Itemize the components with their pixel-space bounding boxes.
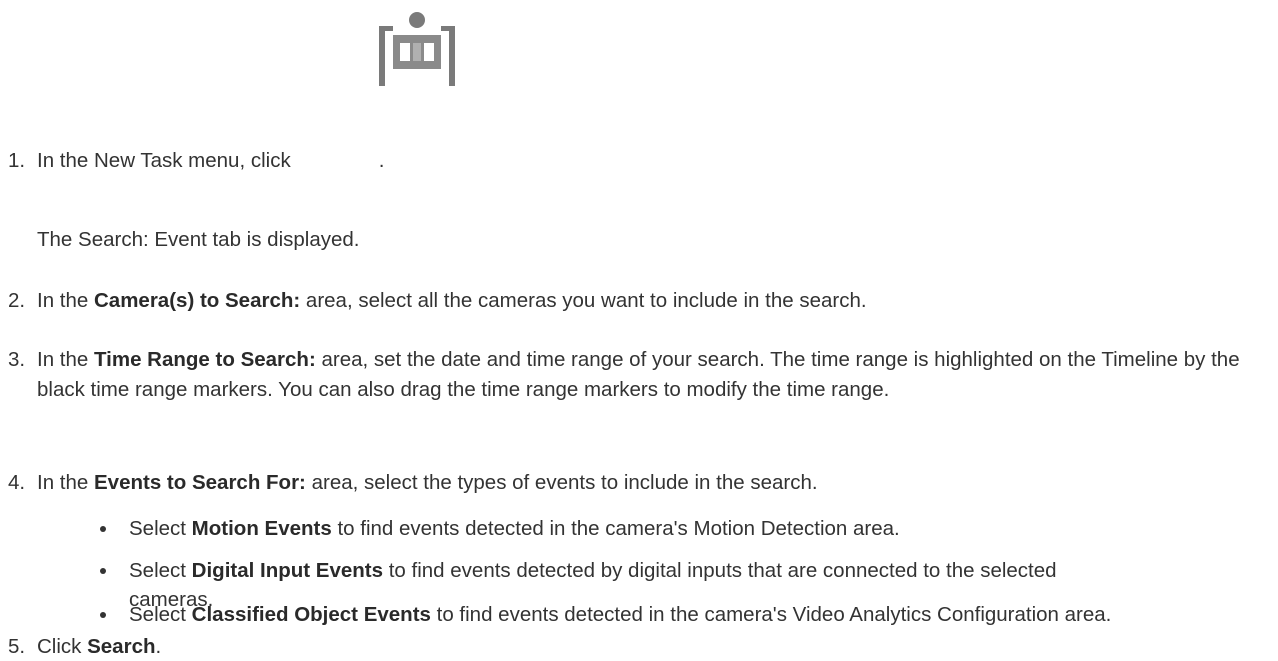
- step-number: 1.: [8, 149, 26, 172]
- bullet-item: Select Classified Object Events to find …: [0, 600, 1230, 629]
- step-number: 5.: [8, 635, 26, 658]
- ui-term: Time Range to Search:: [94, 348, 316, 371]
- step-1: 1. In the New Task menu, click.: [0, 146, 1270, 175]
- step-2: 2. In the Camera(s) to Search: area, sel…: [0, 286, 1270, 315]
- bullet-dot: [100, 612, 106, 618]
- step-3: 3. In the Time Range to Search: area, se…: [0, 345, 1270, 405]
- ui-term: Digital Input Events: [191, 559, 384, 582]
- bullet-dot: [100, 568, 106, 574]
- step-text: Click: [37, 635, 88, 658]
- step-text: In the: [37, 289, 94, 312]
- step-1-result: The Search: Event tab is displayed.: [37, 228, 360, 251]
- event-search-icon[interactable]: [376, 8, 458, 88]
- step-number: 4.: [8, 471, 26, 494]
- ui-term: Motion Events: [191, 517, 332, 540]
- step-text: area, select the types of events to incl…: [305, 471, 818, 494]
- bullet-text: to find events detected in the camera's …: [430, 603, 1112, 626]
- step-text-end: .: [378, 149, 385, 172]
- step-text: In the: [37, 471, 94, 494]
- step-5: 5. Click Search.: [0, 632, 1270, 661]
- ui-term: Events to Search For:: [94, 471, 306, 494]
- ui-term: Classified Object Events: [191, 603, 431, 626]
- ui-term: Search: [87, 635, 156, 658]
- step-text: area, select all the cameras you want to…: [300, 289, 867, 312]
- step-number: 3.: [8, 348, 26, 371]
- step-text: In the New Task menu, click: [37, 149, 291, 172]
- step-4: 4. In the Events to Search For: area, se…: [0, 468, 1270, 497]
- step-text: In the: [37, 348, 94, 371]
- step-text: .: [155, 635, 162, 658]
- step-number: 2.: [8, 289, 26, 312]
- bullet-text: Select: [129, 603, 192, 626]
- bullet-text: to find events detected in the camera's …: [331, 517, 900, 540]
- bullet-dot: [100, 526, 106, 532]
- bullet-text: Select: [129, 559, 192, 582]
- bullet-text: Select: [129, 517, 192, 540]
- bullet-item: Select Motion Events to find events dete…: [0, 514, 1230, 543]
- ui-term: Camera(s) to Search:: [94, 289, 301, 312]
